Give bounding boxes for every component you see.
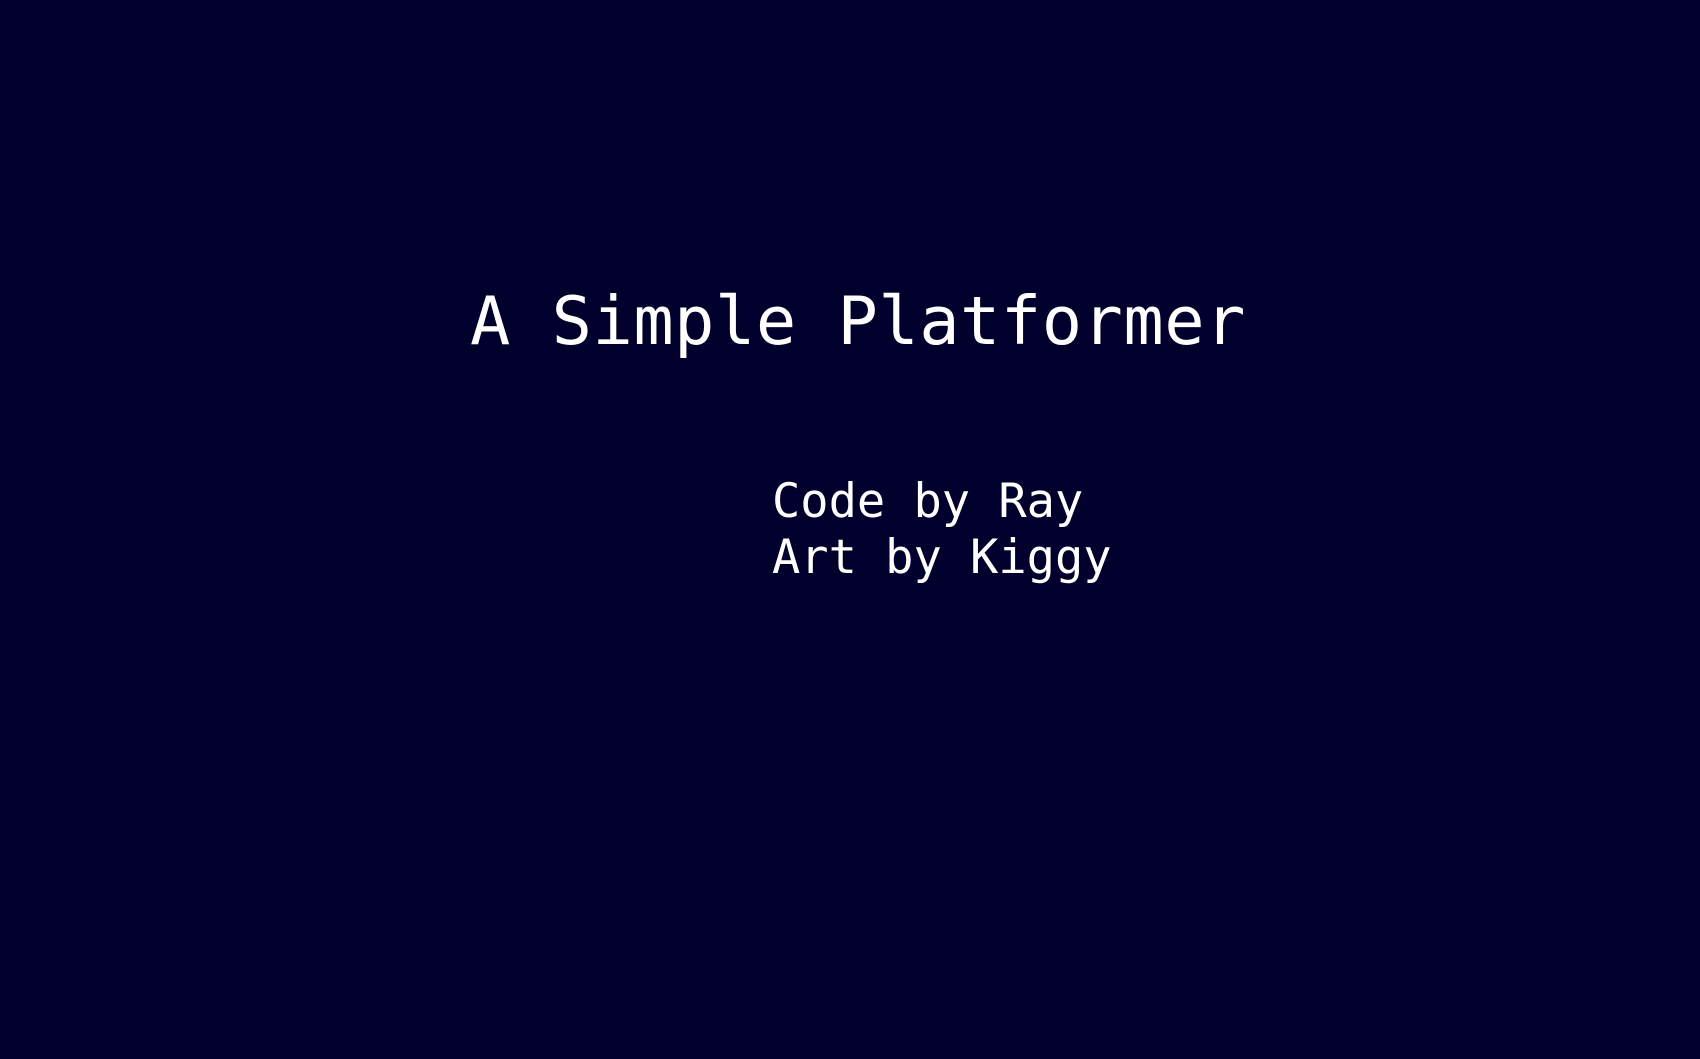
credits: Code by Ray Art by Kiggy [772,474,1112,586]
credit-code: Code by Ray [772,474,1084,529]
title-screen: A Simple Platformer Code by Ray Art by K… [0,0,1700,1059]
game-title: A Simple Platformer [470,282,1246,360]
credit-art: Art by Kiggy [772,530,1112,585]
